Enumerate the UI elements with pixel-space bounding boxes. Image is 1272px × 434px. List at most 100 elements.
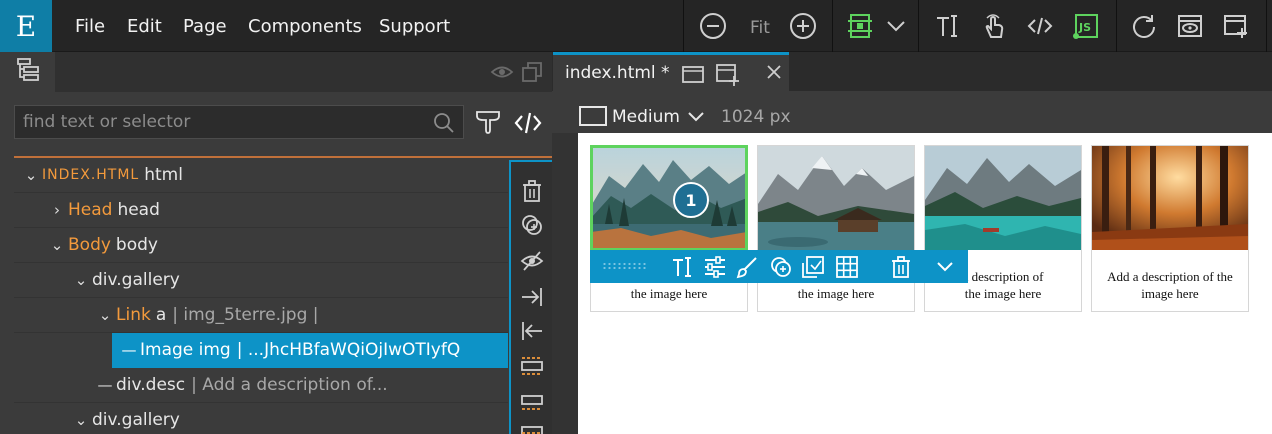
gallery-image[interactable] (925, 146, 1081, 250)
code-selector-icon[interactable] (514, 110, 542, 140)
move-in-icon[interactable] (519, 284, 545, 310)
card-description-line: the image here (964, 286, 1042, 301)
chevron-down-icon[interactable] (686, 109, 706, 129)
tree-node-name: div.gallery (92, 270, 180, 290)
chevron-down-icon[interactable]: ⌄ (46, 236, 68, 254)
text-tool-icon[interactable] (932, 10, 964, 42)
chevron-down-icon[interactable]: ⌄ (94, 306, 116, 324)
chevron-down-icon[interactable]: ⌄ (70, 411, 92, 429)
chevron-down-icon[interactable]: ⌄ (70, 271, 92, 289)
tree-node-tag: Body (68, 235, 111, 255)
tree-node-div-gallery[interactable]: ⌄ div.gallery (14, 263, 508, 298)
refresh-icon[interactable] (1128, 10, 1160, 42)
tree-node-tag: Link (116, 305, 151, 325)
svg-text:JS: JS (1078, 21, 1091, 34)
chevron-right-icon[interactable]: › (46, 201, 68, 219)
close-icon[interactable] (765, 63, 783, 85)
menu-components[interactable]: Components (248, 16, 362, 37)
tree-view-icon (15, 57, 41, 87)
tree-node-name: div.desc (116, 375, 186, 395)
toolbar-separator (1266, 0, 1267, 52)
layout-mode-icon[interactable] (844, 10, 876, 42)
text-tool-icon[interactable] (670, 254, 696, 280)
eye-icon[interactable] (490, 62, 514, 86)
gallery-card[interactable]: a description of the image here (924, 145, 1082, 312)
page-canvas[interactable]: the image here the image here a descript… (578, 133, 1272, 434)
logo-letter: E (15, 9, 37, 43)
selection-number-badge: 1 (673, 182, 709, 218)
chevron-down-icon[interactable]: ⌄ (20, 166, 42, 184)
menu-page[interactable]: Page (183, 16, 227, 37)
duplicate-icon[interactable] (768, 254, 794, 280)
tree-node-html[interactable]: ⌄ INDEX.HTML html (14, 158, 508, 193)
more-icon[interactable] (519, 420, 545, 434)
tree-node-name: div.gallery (92, 410, 180, 430)
gallery-image[interactable] (590, 145, 748, 251)
element-actions-bar (509, 160, 552, 434)
tree-node-head[interactable]: › Head head (14, 193, 508, 228)
gallery-image[interactable] (1092, 146, 1248, 250)
gallery-card[interactable]: the image here (757, 145, 915, 312)
menu-support[interactable]: Support (379, 16, 450, 37)
device-size-label[interactable]: Medium (612, 107, 680, 127)
tree-node-link[interactable]: ⌄ Link a | img_5terre.jpg | (14, 298, 508, 333)
document-tabbar: index.html * (552, 52, 1272, 91)
document-tab[interactable]: index.html * (553, 52, 789, 91)
tree-node-tag: Head (68, 200, 113, 220)
delete-icon[interactable] (888, 254, 914, 280)
gallery-card[interactable]: the image here (590, 145, 748, 312)
move-out-icon[interactable] (519, 318, 545, 344)
toolbar-separator (918, 0, 919, 52)
document-tab-title: index.html * (565, 63, 670, 83)
device-viewbar: Medium 1024 px (552, 91, 1272, 133)
window-icon[interactable] (681, 63, 705, 89)
style-filter-icon[interactable] (474, 108, 502, 140)
menu-edit[interactable]: Edit (127, 16, 162, 37)
document-panel: index.html * Medium 1024 px the image he… (552, 52, 1272, 434)
tree-node-body[interactable]: ⌄ Body body (14, 228, 508, 263)
chevron-down-icon[interactable] (932, 254, 958, 280)
interactive-mode-icon[interactable] (978, 10, 1010, 42)
add-page-icon[interactable] (715, 62, 741, 90)
tree-node-image[interactable]: — Image img | ...JhcHBfaWQiOjIwOTIyfQ (112, 333, 508, 368)
hide-icon[interactable] (519, 248, 545, 274)
wrap-icon[interactable] (519, 352, 545, 378)
drag-handle[interactable] (602, 262, 648, 270)
detach-panel-icon[interactable] (520, 60, 544, 88)
tree-node-name: head (117, 200, 160, 220)
javascript-icon[interactable]: JS (1070, 10, 1102, 42)
search-field[interactable] (14, 105, 464, 139)
tree-node-div-desc[interactable]: — div.desc | Add a description of... (14, 368, 508, 403)
preview-icon[interactable] (1174, 10, 1206, 42)
panel-tabstrip (0, 52, 552, 92)
tree-node-attr: | img_5terre.jpg | (172, 305, 319, 325)
element-floating-toolbar (590, 250, 968, 283)
search-input[interactable] (15, 106, 415, 138)
dash-icon: — (121, 341, 137, 359)
replace-image-icon[interactable] (800, 254, 826, 280)
app-logo[interactable]: E (0, 0, 52, 52)
dropdown-chevron-icon[interactable] (880, 10, 912, 42)
code-icon[interactable] (1024, 10, 1056, 42)
zoom-fit-label[interactable]: Fit (750, 18, 770, 38)
add-page-icon[interactable] (1220, 10, 1252, 42)
device-icon[interactable] (578, 105, 608, 131)
grid-icon[interactable] (834, 254, 860, 280)
duplicate-icon[interactable] (519, 212, 545, 238)
gallery-image[interactable] (758, 146, 914, 250)
tree-node-name: body (115, 235, 158, 255)
unwrap-icon[interactable] (519, 390, 545, 416)
tree-node-div-gallery-2[interactable]: ⌄ div.gallery (14, 403, 508, 434)
delete-icon[interactable] (519, 178, 545, 204)
zoom-in-icon[interactable] (787, 10, 819, 42)
card-description-line: a description of (962, 269, 1044, 284)
tree-node-attr: | Add a description of... (191, 375, 388, 395)
menu-file[interactable]: File (75, 16, 105, 37)
gallery-card[interactable]: Add a description of the image here (1091, 145, 1249, 312)
zoom-out-icon[interactable] (697, 10, 729, 42)
settings-sliders-icon[interactable] (702, 254, 728, 280)
search-icon[interactable] (433, 112, 455, 138)
tree-tab[interactable] (0, 52, 55, 92)
paint-brush-icon[interactable] (734, 254, 760, 280)
card-description: the image here (797, 286, 875, 301)
